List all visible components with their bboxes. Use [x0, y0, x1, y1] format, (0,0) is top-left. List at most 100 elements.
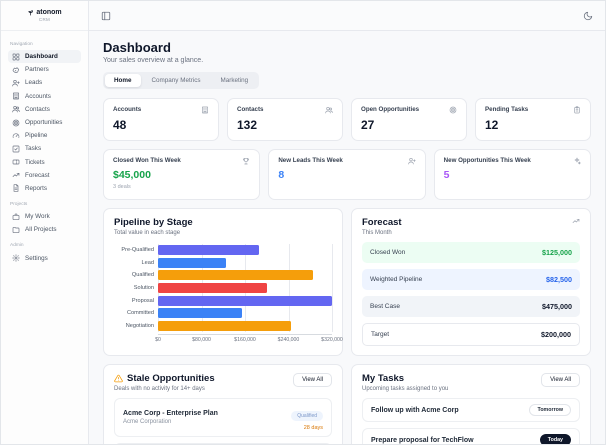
clipboard-icon — [573, 106, 581, 114]
sidebar-item-opportunities[interactable]: Opportunities — [8, 116, 81, 129]
target-icon — [12, 119, 20, 127]
chart-xtick-label: $240,000 — [277, 337, 300, 344]
gear-icon — [12, 254, 20, 262]
task-title: Follow up with Acme Corp — [371, 406, 459, 414]
sidebar-item-settings[interactable]: Settings — [8, 251, 81, 264]
chart-bar — [158, 320, 292, 331]
chart-xtick-label: $0 — [155, 337, 161, 344]
view-all-button[interactable]: View All — [541, 373, 580, 387]
app-name: atonom — [36, 9, 62, 16]
chart-xtick-label: $160,000 — [234, 337, 256, 344]
sidebar-item-tasks[interactable]: Tasks — [8, 142, 81, 155]
sidebar-item-dashboard[interactable]: Dashboard — [8, 50, 81, 64]
stat-value: 48 — [113, 118, 127, 132]
forecast-panel: Forecast This Month Closed Won $125,000 … — [351, 208, 591, 356]
stat-label: Closed Won This Week — [113, 157, 181, 164]
sidebar-item-label: Partners — [25, 66, 49, 74]
stale-item-techflow[interactable]: TechFlow - Platform License TechFlow Sol… — [114, 443, 332, 444]
handshake-icon — [12, 66, 20, 74]
dashboard-icon — [12, 53, 20, 61]
sidebar: atonom CRM Navigation Dashboard Partners… — [1, 1, 89, 444]
sidebar-item-forecast[interactable]: Forecast — [8, 169, 81, 182]
sidebar-item-label: Forecast — [25, 171, 50, 179]
opportunity-title: Acme Corp - Enterprise Plan — [123, 410, 218, 417]
task-item-prepare-proposal[interactable]: Prepare proposal for TechFlow Today — [362, 428, 580, 444]
stat-card-accounts[interactable]: Accounts 48 — [103, 98, 219, 141]
sidebar-item-label: Pipeline — [25, 132, 48, 140]
stat-value: 27 — [361, 118, 375, 132]
briefcase-icon — [12, 213, 20, 221]
stat-label: New Opportunities This Week — [443, 157, 531, 164]
logo-icon — [28, 10, 34, 16]
chart-category-label: Qualified — [131, 272, 154, 279]
charts-row: Pipeline by Stage Total value in each st… — [103, 208, 591, 356]
tab-home[interactable]: Home — [105, 74, 141, 87]
trending-up-icon — [12, 171, 20, 179]
task-item-follow-up-acme[interactable]: Follow up with Acme Corp Tomorrow — [362, 398, 580, 422]
trophy-icon — [242, 157, 250, 165]
panel-subtitle: Upcoming tasks assigned to you — [362, 386, 449, 392]
tab-company-metrics[interactable]: Company Metrics — [143, 74, 210, 87]
building-icon — [12, 92, 20, 100]
forecast-label: Weighted Pipeline — [370, 276, 423, 283]
card-new-leads-this-week[interactable]: New Leads This Week 8 — [268, 149, 426, 200]
chart-category-label: Negotiation — [125, 322, 154, 329]
chart-bar — [158, 283, 267, 294]
panel-title-text: Stale Opportunities — [127, 373, 215, 384]
sidebar-item-reports[interactable]: Reports — [8, 182, 81, 195]
page-subtitle: Your sales overview at a glance. — [103, 57, 204, 64]
forecast-value: $82,500 — [546, 275, 572, 284]
sidebar-item-accounts[interactable]: Accounts — [8, 90, 81, 103]
view-all-button[interactable]: View All — [293, 373, 332, 387]
sidebar-item-leads[interactable]: Leads — [8, 76, 81, 89]
topbar — [89, 1, 605, 31]
sparkles-icon — [573, 157, 581, 165]
alert-triangle-icon — [114, 374, 123, 383]
stat-card-contacts[interactable]: Contacts 132 — [227, 98, 343, 141]
my-tasks-panel: My Tasks Upcoming tasks assigned to you … — [351, 364, 591, 444]
panel-title: Forecast — [362, 217, 402, 228]
due-badge: Tomorrow — [529, 404, 571, 416]
card-closed-won-this-week[interactable]: Closed Won This Week $45,000 3 deals — [103, 149, 261, 200]
sidebar-item-all-projects[interactable]: All Projects — [8, 223, 81, 236]
sidebar-item-contacts[interactable]: Contacts — [8, 103, 81, 116]
stat-card-pending-tasks[interactable]: Pending Tasks 12 — [475, 98, 591, 141]
theme-toggle-icon[interactable] — [583, 11, 593, 21]
sidebar-item-pipeline[interactable]: Pipeline — [8, 129, 81, 142]
sidebar-item-my-work[interactable]: My Work — [8, 210, 81, 223]
stat-label: Accounts — [113, 106, 142, 113]
stat-value: 12 — [485, 118, 499, 132]
sidebar-item-tickets[interactable]: Tickets — [8, 156, 81, 169]
chart-bar-row: Lead — [142, 257, 332, 270]
chart-category-label: Committed — [126, 310, 154, 317]
panel-subtitle: Total value in each stage — [114, 230, 181, 236]
users-icon — [325, 106, 333, 114]
sidebar-item-label: Settings — [25, 254, 48, 262]
users-icon — [12, 105, 20, 113]
chart-bar-row: Proposal — [132, 294, 332, 307]
stat-value: 8 — [278, 169, 285, 181]
trending-up-icon — [572, 217, 580, 225]
forecast-value: $200,000 — [541, 330, 571, 339]
tab-marketing[interactable]: Marketing — [212, 74, 258, 87]
stat-label: Pending Tasks — [485, 106, 529, 113]
sidebar-item-label: Leads — [25, 79, 43, 87]
forecast-value: $125,000 — [542, 248, 572, 257]
stat-card-open-opportunities[interactable]: Open Opportunities 27 — [351, 98, 467, 141]
pipeline-xaxis: $0 $80,000 $160,000 $240,000 $320,000 — [155, 334, 343, 344]
due-badge: Today — [539, 434, 571, 444]
nav-section-label: Navigation — [10, 42, 33, 47]
panel-title: Stale Opportunities — [114, 373, 215, 384]
forecast-label: Best Case — [370, 303, 400, 310]
sidebar-toggle-icon[interactable] — [101, 11, 111, 21]
chart-category-label: Proposal — [131, 297, 154, 304]
card-new-opportunities-this-week[interactable]: New Opportunities This Week 5 — [433, 149, 591, 200]
chart-category-label: Pre-Qualified — [121, 247, 154, 254]
opportunity-company: Acme Corporation — [123, 419, 172, 425]
crm-app: atonom CRM Navigation Dashboard Partners… — [0, 0, 606, 445]
main-area: Dashboard Your sales overview at a glanc… — [89, 1, 605, 444]
logo: atonom CRM — [1, 1, 88, 31]
ticket-icon — [12, 158, 20, 166]
stale-item-acme[interactable]: Acme Corp - Enterprise Plan Acme Corpora… — [114, 398, 332, 437]
sidebar-item-partners[interactable]: Partners — [8, 63, 81, 76]
